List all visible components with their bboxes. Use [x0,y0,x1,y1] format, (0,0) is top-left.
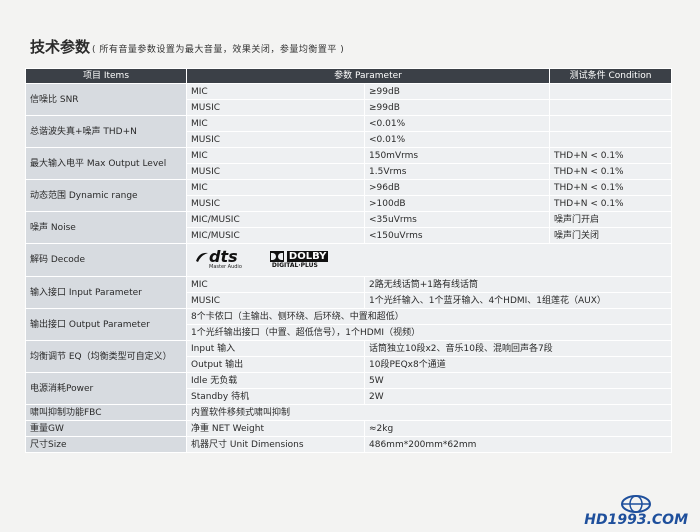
param-value: 2W [364,388,672,405]
sub-label: MIC/MUSIC [186,227,365,244]
watermark: HD1993.COM [582,488,692,528]
page-subtitle: ( 所有音量参数设置为最大音量，效果关闭，参量均衡置平 ) [92,45,345,55]
watermark-text: HD1993.COM [584,512,688,528]
output-line: 8个卡侬口（主输出、侧环绕、后环绕、中置和超低） [186,308,672,325]
param-value: 10段PEQx8个通道 [364,356,672,373]
param-value: <0.01% [364,115,550,132]
table-row: 输入接口 Input Parameter MIC 2路无线话筒+1路有线话筒 [25,276,672,309]
output-line: 1个光纤输出接口（中置、超低信号），1个HDMI（视频） [186,324,672,341]
row-item-label: 动态范围 Dynamic range [25,179,187,212]
condition-value: THD+N < 0.1% [549,163,672,180]
condition-value: THD+N < 0.1% [549,147,672,164]
param-value: 话筒独立10段x2、音乐10段、混响回声各7段 [364,340,672,357]
param-value: ≥99dB [364,99,550,116]
condition-value: THD+N < 0.1% [549,195,672,212]
row-item-label: 均衡调节 EQ（均衡类型可自定义） [25,340,187,373]
sub-label: MUSIC [186,195,365,212]
table-row: 重量GW 净重 NET Weight ≈2kg [25,420,672,437]
row-item-label: 重量GW [25,420,187,437]
header-condition: 测试条件 Condition [549,68,672,84]
header-items: 项目 Items [25,68,187,84]
header-parameter: 参数 Parameter [186,68,550,84]
param-value: 5W [364,372,672,389]
row-item-label: 噪声 Noise [25,211,187,244]
row-item-label: 输入接口 Input Parameter [25,276,187,309]
table-row: 噪声 Noise MIC/MUSIC <35uVrms 噪声门开启 [25,211,672,244]
page-title: 技术参数( 所有音量参数设置为最大音量，效果关闭，参量均衡置平 ) [30,36,344,57]
param-value: <35uVrms [364,211,550,228]
row-item-label: 最大输入电平 Max Output Level [25,147,187,180]
decode-logos: dts Master Audio DOLBY DIGITAL·PLUS [191,245,667,275]
sub-label: Output 输出 [186,356,365,373]
sub-label: MUSIC [186,99,365,116]
row-item-label: 信噪比 SNR [25,83,187,116]
param-value: 2路无线话筒+1路有线话筒 [364,276,672,293]
row-item-label: 电源消耗Power [25,372,187,405]
table-row: 均衡调节 EQ（均衡类型可自定义） Input 输入 话筒独立10段x2、音乐1… [25,340,672,373]
row-item-label: 啸叫抑制功能FBC [25,404,187,421]
table-row: 解码 Decode dts Master Audio DOLBY DIGITAL… [25,243,672,277]
sub-label: MIC [186,147,365,164]
table-row: 最大输入电平 Max Output Level MIC 150mVrms THD… [25,147,672,180]
dolby-sub-text: DIGITAL·PLUS [271,261,318,269]
table-row: 动态范围 Dynamic range MIC >96dB THD+N < 0.1… [25,179,672,212]
spec-table: 项目 Items 参数 Parameter 测试条件 Condition 信噪比… [25,68,672,453]
sub-label: MUSIC [186,163,365,180]
table-row: 尺寸Size 机器尺寸 Unit Dimensions 486mm*200mm*… [25,436,672,453]
param-value: 150mVrms [364,147,550,164]
globe-icon [621,495,651,513]
page-title-text: 技术参数 [30,38,91,56]
dolby-mark-text: DOLBY [286,250,329,262]
param-value: ≥99dB [364,83,550,100]
table-row: 信噪比 SNR MIC ≥99dB [25,83,672,116]
param-value: 1个光纤输入、1个蓝牙输入、4个HDMI、1组莲花（AUX） [364,292,672,309]
sub-label: Standby 待机 [186,388,365,405]
dts-logo: dts Master Audio [195,247,242,270]
dolby-logo: DOLBY DIGITAL·PLUS [269,250,329,270]
sub-label: Input 输入 [186,340,365,357]
condition-value [549,131,672,148]
dolby-double-d-icon [269,250,284,262]
sub-label: MIC [186,276,365,293]
sub-label: 机器尺寸 Unit Dimensions [186,436,365,453]
row-item-label: 解码 Decode [25,243,187,277]
param-value: <0.01% [364,131,550,148]
dts-sub-text: Master Audio [209,264,242,270]
row-item-label: 总谐波失真+噪声 THD+N [25,115,187,148]
condition-value [549,115,672,132]
param-value: 1.5Vrms [364,163,550,180]
row-item-label: 输出接口 Output Parameter [25,308,187,341]
sub-label: Idle 无负载 [186,372,365,389]
sub-label: 净重 NET Weight [186,420,365,437]
table-row: 啸叫抑制功能FBC 内置软件移频式啸叫抑制 [25,404,672,421]
sub-label: MIC [186,83,365,100]
param-value: 内置软件移频式啸叫抑制 [186,404,672,421]
table-row: 总谐波失真+噪声 THD+N MIC <0.01% [25,115,672,148]
row-item-label: 尺寸Size [25,436,187,453]
condition-value: THD+N < 0.1% [549,179,672,196]
sub-label: MUSIC [186,131,365,148]
decode-logos-cell: dts Master Audio DOLBY DIGITAL·PLUS [186,243,672,277]
condition-value: 噪声门关闭 [549,227,672,244]
condition-value: 噪声门开启 [549,211,672,228]
param-value: 486mm*200mm*62mm [364,436,672,453]
table-row: 输出接口 Output Parameter 8个卡侬口（主输出、侧环绕、后环绕、… [25,308,672,341]
param-value: >96dB [364,179,550,196]
table-row: 电源消耗Power Idle 无负载 5W [25,372,672,405]
sub-label: MIC/MUSIC [186,211,365,228]
param-value: ≈2kg [364,420,672,437]
param-value: >100dB [364,195,550,212]
param-value: <150uVrms [364,227,550,244]
sub-label: MUSIC [186,292,365,309]
dts-swoosh-icon [196,252,208,262]
dts-mark-text: dts [209,247,238,266]
sub-label: MIC [186,115,365,132]
table-header-row: 项目 Items 参数 Parameter 测试条件 Condition [25,68,672,84]
condition-value [549,99,672,116]
sub-label: MIC [186,179,365,196]
condition-value [549,83,672,100]
